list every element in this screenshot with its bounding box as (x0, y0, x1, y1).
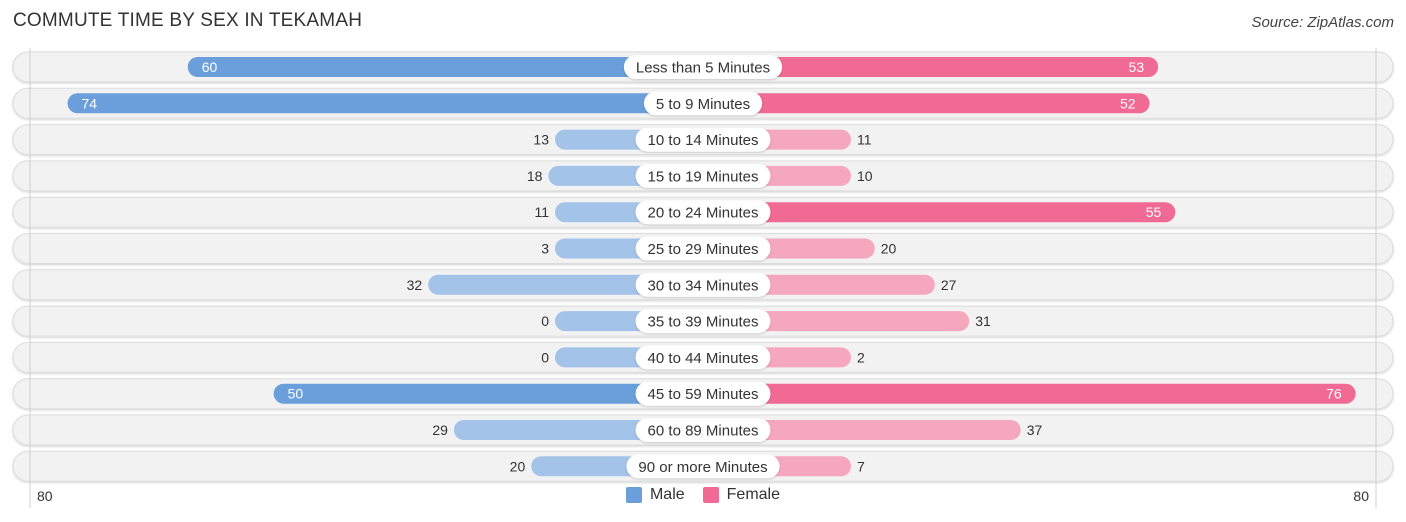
legend-label-female: Female (726, 486, 781, 503)
category-label: 5 to 9 Minutes (656, 96, 750, 113)
legend-item-female[interactable]: Female (702, 486, 781, 504)
bar-female (703, 202, 1176, 223)
bar-male (67, 93, 703, 114)
value-label-male: 74 (82, 95, 98, 111)
value-label-male: 3 (541, 241, 549, 257)
value-label-male: 50 (288, 386, 304, 402)
category-label: Less than 5 Minutes (636, 60, 770, 77)
value-label-male: 20 (510, 458, 526, 474)
category-label: 90 or more Minutes (638, 459, 767, 476)
legend-swatch-male (625, 487, 642, 503)
value-label-female: 52 (1120, 95, 1136, 111)
value-label-male: 13 (533, 132, 549, 148)
category-label: 30 to 34 Minutes (648, 277, 759, 294)
value-label-female: 53 (1129, 59, 1145, 75)
value-label-female: 2 (857, 349, 865, 365)
category-label: 20 to 24 Minutes (648, 205, 759, 222)
value-label-female: 10 (857, 168, 873, 184)
category-label: 25 to 29 Minutes (648, 241, 759, 258)
value-label-female: 55 (1146, 204, 1162, 220)
category-label: 10 to 14 Minutes (648, 132, 759, 149)
value-label-female: 20 (881, 241, 897, 257)
category-label: 15 to 19 Minutes (648, 168, 759, 185)
category-label: 40 to 44 Minutes (648, 350, 759, 367)
legend-label-male: Male (649, 486, 685, 503)
category-label: 35 to 39 Minutes (648, 314, 759, 331)
value-label-female: 76 (1326, 386, 1342, 402)
value-label-male: 18 (527, 168, 543, 184)
legend-item-male[interactable]: Male (625, 486, 685, 504)
bar-female (703, 93, 1150, 114)
value-label-male: 0 (541, 313, 549, 329)
value-label-male: 29 (432, 422, 448, 438)
legend: Male Female (0, 486, 1406, 504)
value-label-male: 32 (407, 277, 423, 293)
value-label-male: 0 (541, 349, 549, 365)
value-label-female: 7 (857, 458, 865, 474)
value-label-male: 11 (534, 204, 549, 220)
value-label-female: 37 (1027, 422, 1043, 438)
category-label: 60 to 89 Minutes (648, 423, 759, 440)
chart-canvas: 60 53 Less than 5 Minutes 74 52 5 to 9 Minute… (12, 48, 1394, 508)
value-label-female: 27 (941, 277, 957, 293)
value-label-male: 60 (202, 59, 218, 75)
value-label-female: 31 (975, 313, 991, 329)
bar-female (703, 383, 1356, 404)
value-label-female: 11 (857, 132, 872, 148)
category-label: 45 to 59 Minutes (648, 386, 759, 403)
legend-swatch-female (702, 487, 719, 503)
